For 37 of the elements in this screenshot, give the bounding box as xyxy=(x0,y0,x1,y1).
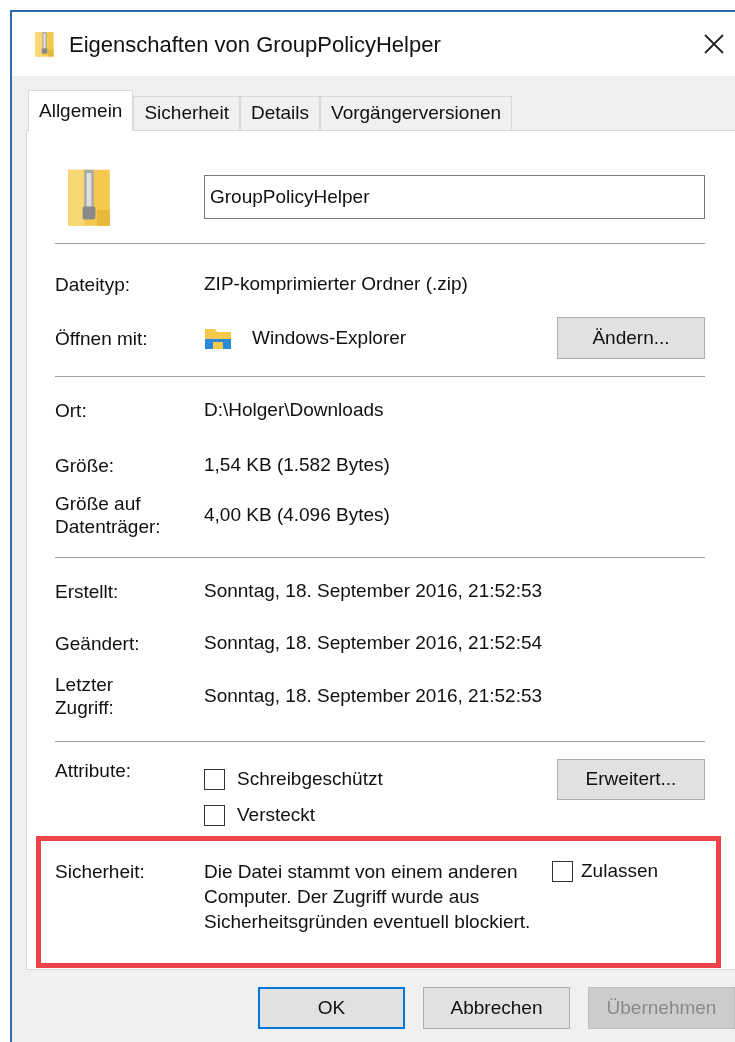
checkbox[interactable] xyxy=(552,861,573,882)
advanced-button[interactable]: Erweitert... xyxy=(557,759,705,800)
checkbox[interactable] xyxy=(204,804,225,826)
tab[interactable]: Allgemein xyxy=(28,90,134,131)
property-label: Größe auf Datenträger: xyxy=(55,492,162,538)
tab[interactable]: Sicherheit xyxy=(133,96,240,130)
checkbox-label: Schreibgeschützt xyxy=(237,767,383,792)
security-message: Die Datei stammt von einem anderen Computer. Der Zugriff wurde aus Sicherheitsgründen eventuell blockiert. xyxy=(204,860,532,934)
property-value: 4,00 KB (4.096 Bytes) xyxy=(204,502,390,527)
dialog-button[interactable]: OK xyxy=(258,987,405,1029)
property-value: 1,54 KB (1.582 Bytes) xyxy=(204,452,390,477)
property-value: Sonntag, 18. September 2016, 21:52:53 xyxy=(204,578,543,603)
property-value: Sonntag, 18. September 2016, 21:52:53 xyxy=(204,683,543,708)
window-title: Eigenschaften von GroupPolicyHelper xyxy=(69,30,442,59)
change-button[interactable]: Ändern... xyxy=(557,317,705,359)
property-label: Attribute: xyxy=(55,759,133,782)
app-name: Windows-Explorer xyxy=(252,325,408,350)
property-label: Öffnen mit: xyxy=(55,326,149,350)
checkbox-label: Versteckt xyxy=(237,802,316,827)
property-label: Geändert: xyxy=(55,631,141,655)
property-label: Größe: xyxy=(55,453,116,477)
tab[interactable]: Vorgängerversionen xyxy=(320,96,513,130)
checkbox[interactable] xyxy=(204,769,225,790)
dialog-button[interactable]: Abbrechen xyxy=(423,987,570,1029)
property-value: Sonntag, 18. September 2016, 21:52:54 xyxy=(204,630,543,655)
property-label: Letzter Zugriff: xyxy=(55,673,115,719)
property-label: Dateityp: xyxy=(55,272,131,296)
property-label: Erstellt: xyxy=(55,579,120,603)
checkbox-label: Zulassen xyxy=(581,859,659,884)
property-label: Sicherheit: xyxy=(55,860,146,884)
tab[interactable]: Details xyxy=(239,96,320,130)
property-value: D:\Holger\Downloads xyxy=(204,397,384,422)
name-field[interactable]: GroupPolicyHelper xyxy=(204,175,705,219)
property-value: ZIP-komprimierter Ordner (.zip) xyxy=(204,271,468,296)
zip-folder-icon xyxy=(34,30,55,58)
folder-icon xyxy=(204,326,232,350)
property-label: Ort: xyxy=(55,398,88,422)
